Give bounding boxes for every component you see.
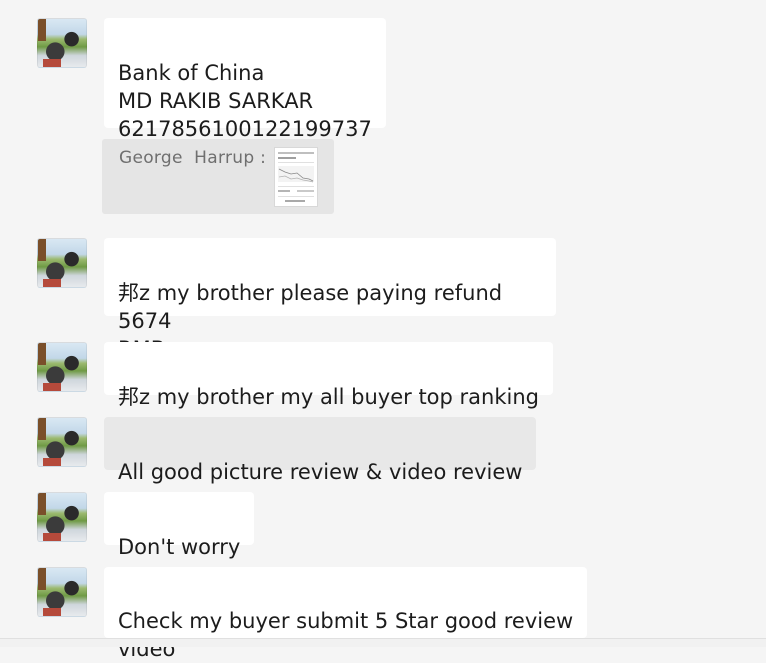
avatar[interactable] — [37, 342, 87, 392]
message-text: All good picture review & video review — [118, 460, 523, 484]
message-bubble[interactable]: Check my buyer submit 5 Star good review… — [104, 567, 588, 661]
message-bubble[interactable]: Don't worry — [104, 492, 255, 559]
message-bubble[interactable]: Bank of China MD RAKIB SARKAR 6217856100… — [104, 18, 386, 141]
message-bubble-selected[interactable]: All good picture review & video review — [104, 417, 537, 484]
message-bubble[interactable]: 邦z my brother my all buyer top ranking — [104, 342, 553, 409]
avatar[interactable] — [37, 492, 87, 542]
message-text: 邦z my brother my all buyer top ranking — [118, 385, 539, 409]
avatar[interactable] — [37, 18, 87, 68]
image-thumbnail-icon[interactable] — [274, 147, 318, 207]
chat-history: Bank of China MD RAKIB SARKAR 6217856100… — [0, 0, 766, 661]
message-text: Don't worry — [118, 535, 241, 559]
avatar[interactable] — [37, 238, 87, 288]
message-text: Bank of China MD RAKIB SARKAR 6217856100… — [118, 61, 372, 141]
message-bubble[interactable]: 邦z my brother please paying refund 5674 … — [104, 238, 556, 361]
quoted-message[interactable]: George Harrup : — [102, 139, 334, 214]
message-text: Check my buyer submit 5 Star good review… — [118, 609, 574, 661]
avatar[interactable] — [37, 417, 87, 467]
quote-sender: George Harrup : — [119, 148, 267, 168]
avatar[interactable] — [37, 567, 87, 617]
